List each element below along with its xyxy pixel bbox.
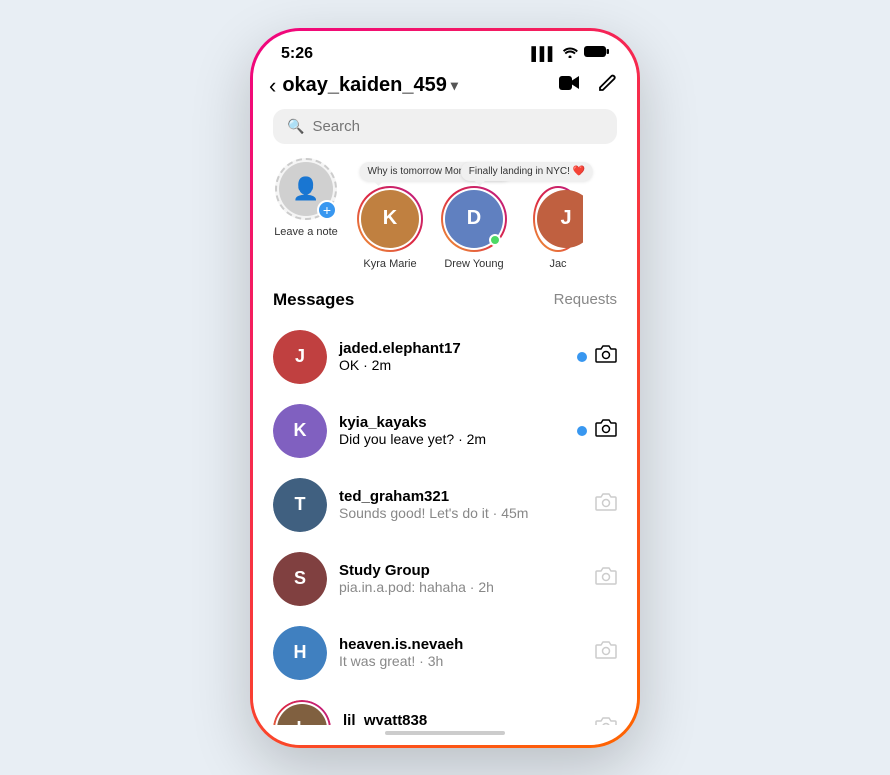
avatar-circle-heaven: H: [273, 626, 327, 680]
story-item-drew-young[interactable]: Finally landing in NYC! ❤️ D Drew Young: [439, 186, 509, 270]
camera-icon-kyia[interactable]: [595, 419, 617, 442]
msg-username-kyia: kyia_kayaks: [339, 414, 565, 431]
avatar-heaven-is-nevaeh: H: [273, 626, 327, 680]
msg-preview-heaven: It was great! · 3h: [339, 653, 583, 669]
requests-link[interactable]: Requests: [554, 291, 617, 308]
header-icons: [559, 73, 617, 99]
msg-preview-ted: Sounds good! Let's do it · 45m: [339, 505, 583, 521]
search-bar[interactable]: 🔍: [273, 109, 617, 144]
msg-username-heaven: heaven.is.nevaeh: [339, 636, 583, 653]
phone-screen: 5:26 ▌▌▌: [253, 31, 637, 745]
status-icons: ▌▌▌: [531, 45, 609, 62]
message-item-study-group[interactable]: S Study Group pia.in.a.pod: hahaha · 2h: [253, 542, 637, 616]
status-time: 5:26: [281, 45, 313, 63]
battery-icon: [584, 45, 609, 62]
msg-content-heaven: heaven.is.nevaeh It was great! · 3h: [339, 636, 583, 669]
msg-actions-study: [595, 567, 617, 590]
note-bubble-drew: Finally landing in NYC! ❤️: [461, 162, 593, 181]
story-ring-kyra: K: [357, 186, 423, 252]
msg-username-jaded: jaded.elephant17: [339, 340, 565, 357]
msg-preview-study: pia.in.a.pod: hahaha · 2h: [339, 579, 583, 595]
signal-icon: ▌▌▌: [531, 46, 556, 61]
msg-actions-jaded: [577, 345, 617, 368]
avatar-circle-ted: T: [273, 478, 327, 532]
message-item-jaded-elephant17[interactable]: J jaded.elephant17 OK · 2m: [253, 320, 637, 394]
username-text: okay_kaiden_459: [282, 74, 447, 97]
avatar-ted-graham321: T: [273, 478, 327, 532]
avatar-circle-lil: L: [277, 704, 327, 725]
camera-icon-jaded[interactable]: [595, 345, 617, 368]
username-display[interactable]: okay_kaiden_459 ▾: [282, 74, 559, 97]
msg-username-study: Study Group: [339, 562, 583, 579]
avatar-circle-study: S: [273, 552, 327, 606]
msg-preview-jaded: OK · 2m: [339, 357, 565, 373]
avatar-kyia-kayaks: K: [273, 404, 327, 458]
avatar-lil-wyatt838: L: [273, 700, 331, 725]
add-note-plus-icon: +: [317, 200, 337, 220]
msg-actions-kyia: [577, 419, 617, 442]
msg-actions-lil: [595, 717, 617, 725]
stories-row: 👤 + Leave a note Why is tomorrow Monday!…: [253, 158, 637, 286]
avatar-jaded-elephant17: J: [273, 330, 327, 384]
story-label-kyra: Kyra Marie: [363, 258, 416, 270]
video-button[interactable]: [559, 74, 581, 98]
status-bar: 5:26 ▌▌▌: [253, 31, 637, 69]
message-item-heaven-is-nevaeh[interactable]: H heaven.is.nevaeh It was great! · 3h: [253, 616, 637, 690]
gradient-ring-lil: L: [273, 700, 331, 725]
msg-actions-ted: [595, 493, 617, 516]
unread-dot-jaded: [577, 352, 587, 362]
msg-content-study: Study Group pia.in.a.pod: hahaha · 2h: [339, 562, 583, 595]
message-item-kyia-kayaks[interactable]: K kyia_kayaks Did you leave yet? · 2m: [253, 394, 637, 468]
messages-section-title: Messages: [273, 290, 354, 310]
back-button[interactable]: ‹: [269, 73, 276, 99]
avatar-circle-jaded: J: [273, 330, 327, 384]
story-item-kyra-marie[interactable]: Why is tomorrow Monday!? 😑 K Kyra Marie: [355, 186, 425, 270]
compose-button[interactable]: [597, 73, 617, 99]
avatar-jac: J: [537, 190, 583, 248]
msg-username-ted: ted_graham321: [339, 488, 583, 505]
avatar-drew: D: [445, 190, 503, 248]
msg-content-jaded: jaded.elephant17 OK · 2m: [339, 340, 565, 373]
messages-list: J jaded.elephant17 OK · 2m: [253, 320, 637, 725]
story-label-drew: Drew Young: [444, 258, 503, 270]
story-label-add-note: Leave a note: [274, 226, 338, 238]
phone-border: 5:26 ▌▌▌: [250, 28, 640, 748]
header: ‹ okay_kaiden_459 ▾: [253, 69, 637, 109]
phone-frame: 5:26 ▌▌▌: [250, 28, 640, 748]
msg-content-kyia: kyia_kayaks Did you leave yet? · 2m: [339, 414, 565, 447]
chevron-down-icon: ▾: [451, 77, 458, 94]
msg-content-ted: ted_graham321 Sounds good! Let's do it ·…: [339, 488, 583, 521]
wifi-icon: [562, 45, 578, 62]
message-item-ted-graham321[interactable]: T ted_graham321 Sounds good! Let's do it…: [253, 468, 637, 542]
avatar-kyra: K: [361, 190, 419, 248]
msg-content-lil: lil_wyatt838 that's awesome! · 3d: [343, 712, 583, 725]
story-ring-drew: D: [441, 186, 507, 252]
camera-icon-study[interactable]: [595, 567, 617, 590]
story-ring-jac: J: [533, 186, 583, 252]
avatar-circle-kyia: K: [273, 404, 327, 458]
camera-icon-heaven[interactable]: [595, 641, 617, 664]
search-icon: 🔍: [287, 118, 304, 135]
camera-icon-ted[interactable]: [595, 493, 617, 516]
msg-username-lil: lil_wyatt838: [343, 712, 583, 725]
msg-actions-heaven: [595, 641, 617, 664]
story-item-jac[interactable]: Ga w J Jac: [523, 186, 593, 270]
story-label-jac: Jac: [549, 258, 566, 270]
message-item-lil-wyatt838[interactable]: L lil_wyatt838 that's awesome! · 3d: [253, 690, 637, 725]
unread-dot-kyia: [577, 426, 587, 436]
msg-preview-kyia: Did you leave yet? · 2m: [339, 431, 565, 447]
home-indicator: [385, 731, 505, 735]
avatar-study-group: S: [273, 552, 327, 606]
search-input[interactable]: [312, 118, 603, 135]
online-indicator-drew: [489, 234, 501, 246]
section-header: Messages Requests: [253, 286, 637, 320]
story-item-add-note[interactable]: 👤 + Leave a note: [271, 158, 341, 270]
camera-icon-lil[interactable]: [595, 717, 617, 725]
